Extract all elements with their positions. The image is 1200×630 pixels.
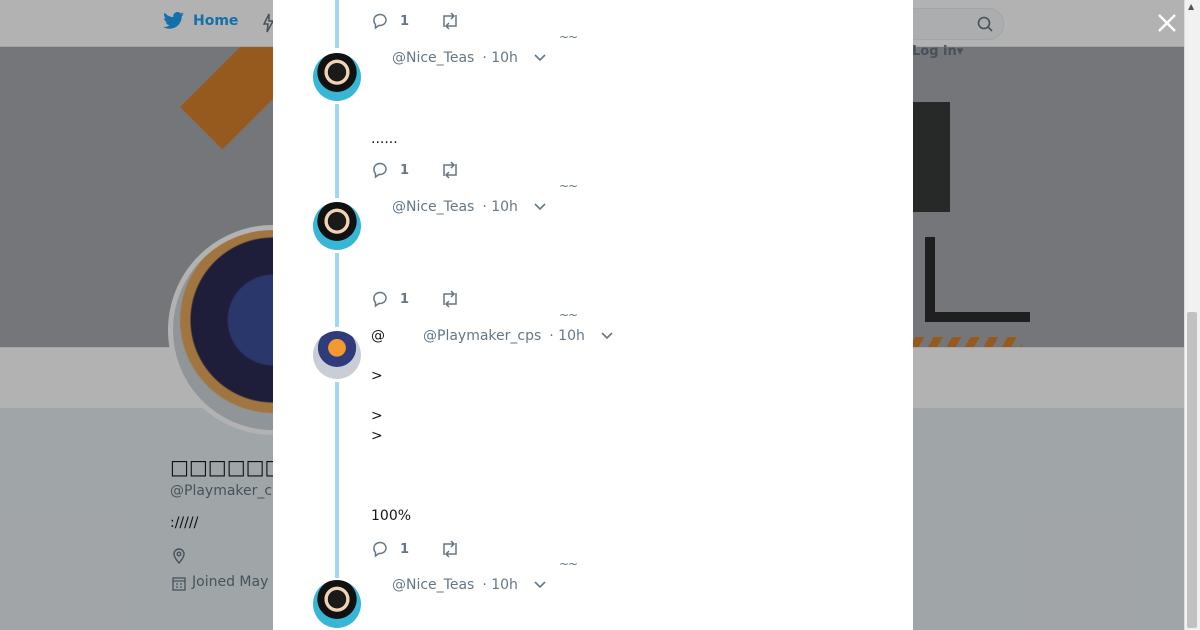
close-button[interactable] <box>1152 8 1182 38</box>
scroll-thumb[interactable] <box>1187 312 1197 628</box>
chevron-down-icon[interactable] <box>534 199 546 215</box>
reply-icon <box>373 541 387 558</box>
retweet-button[interactable] <box>440 290 460 308</box>
reply-icon <box>373 162 387 179</box>
retweet-button[interactable] <box>440 540 460 558</box>
avatar[interactable] <box>313 202 361 250</box>
retweet-button[interactable] <box>440 161 460 179</box>
tweet-text-line: > <box>371 428 383 444</box>
thread-line <box>335 253 339 327</box>
avatar[interactable] <box>313 580 361 628</box>
user-handle[interactable]: @Nice_Teas <box>392 50 474 66</box>
tweet-header: @Nice_Teas · 10h <box>392 50 546 66</box>
tweet-time[interactable]: · 10h <box>549 328 585 344</box>
retweet-icon <box>443 12 457 30</box>
reply-button[interactable] <box>371 161 389 179</box>
reply-button[interactable] <box>371 290 389 308</box>
user-handle[interactable]: @Nice_Teas <box>392 577 474 593</box>
avatar[interactable] <box>313 53 361 101</box>
reply-count: 1 <box>400 291 410 307</box>
chevron-down-icon[interactable] <box>534 577 546 593</box>
tweet-thread-modal: 1 ~~ @Nice_Teas · 10h ...... 1 ~~ @Nice_… <box>273 0 913 630</box>
retweet-icon <box>443 290 457 308</box>
tweet-text-line: > <box>371 368 383 384</box>
page-scrollbar[interactable]: ▲ <box>1184 0 1200 630</box>
user-handle[interactable]: @Nice_Teas <box>392 199 474 215</box>
reply-button[interactable] <box>371 12 389 30</box>
reply-icon <box>373 291 387 308</box>
tweet-actions: 1 <box>371 12 460 30</box>
tweet-header: @Nice_Teas · 10h <box>392 577 546 593</box>
reply-icon <box>373 13 387 30</box>
tweet-header: @ @Playmaker_cps · 10h <box>371 328 613 344</box>
tweet-header: @Nice_Teas · 10h <box>392 199 546 215</box>
reply-button[interactable] <box>371 540 389 558</box>
scroll-up-arrow-icon[interactable]: ▲ <box>1188 2 1194 11</box>
retweet-button[interactable] <box>440 12 460 30</box>
retweet-icon <box>443 540 457 558</box>
thread-line <box>335 382 339 578</box>
tweet-time[interactable]: · 10h <box>482 50 518 66</box>
tweet-text: ...... <box>371 131 398 147</box>
tilde-mark: ~~ <box>559 30 578 44</box>
thread-line <box>335 104 339 198</box>
reply-count: 1 <box>400 541 410 557</box>
tweet-text-line: 100% <box>371 508 412 524</box>
tweet-actions: 1 <box>371 540 460 558</box>
tilde-mark: ~~ <box>559 557 578 571</box>
retweet-icon <box>443 161 457 179</box>
tweet-time[interactable]: · 10h <box>482 199 518 215</box>
display-name[interactable]: @ <box>371 328 385 344</box>
user-handle[interactable]: @Playmaker_cps <box>423 328 541 344</box>
tweet-text-line: > <box>371 408 383 424</box>
avatar[interactable] <box>313 331 361 379</box>
chevron-down-icon[interactable] <box>601 328 613 344</box>
tweet-actions: 1 <box>371 161 460 179</box>
reply-count: 1 <box>400 13 410 29</box>
tilde-mark: ~~ <box>559 308 578 322</box>
tweet-actions: 1 <box>371 290 460 308</box>
tilde-mark: ~~ <box>559 179 578 193</box>
reply-count: 1 <box>400 162 410 178</box>
chevron-down-icon[interactable] <box>534 50 546 66</box>
tweet-time[interactable]: · 10h <box>482 577 518 593</box>
close-icon <box>1158 14 1176 32</box>
thread-line <box>335 0 339 48</box>
